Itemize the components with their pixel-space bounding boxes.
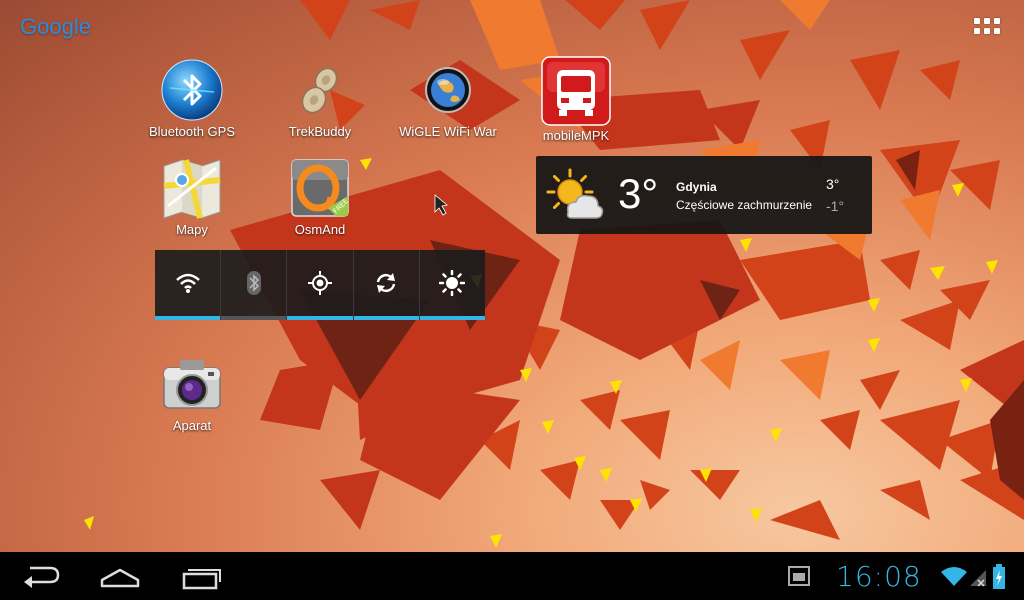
weather-high: 3° [826,176,840,192]
weather-widget[interactable]: 3° Gdynia Częściowe zachmurzenie 3° -1° [536,156,872,234]
partly-cloudy-icon [546,168,604,219]
app-mapy[interactable]: Mapy [137,156,247,237]
toggle-indicator-on [353,316,419,320]
home-icon[interactable] [90,560,150,592]
app-wigle-wifi[interactable]: WiGLE WiFi War [393,58,503,139]
toggle-brightness[interactable] [419,250,486,320]
app-aparat[interactable]: Aparat [137,352,247,433]
osmand-icon: FREE [288,156,352,220]
app-mobilempk[interactable]: mobileMPK [521,56,631,143]
toggle-gps[interactable] [287,250,354,320]
wigle-globe-icon [416,58,480,122]
app-label: TrekBuddy [288,124,352,139]
app-label: Aparat [172,418,212,433]
weather-condition: Częściowe zachmurzenie [676,198,813,212]
toggle-wifi[interactable] [155,250,222,320]
app-label: OsmAnd [294,222,346,237]
maps-icon [160,156,224,220]
brightness-icon [439,270,466,296]
app-bluetooth-gps[interactable]: Bluetooth GPS [137,58,247,139]
bus-icon [541,56,611,126]
google-logo-label: Google [20,14,91,39]
app-label: Bluetooth GPS [149,124,235,139]
wifi-icon [175,273,200,293]
app-osmand[interactable]: FREE OsmAnd [265,156,375,237]
toggle-indicator-on [155,316,221,320]
weather-temperature: 3° [618,170,659,217]
google-search-bar[interactable]: Google [20,14,91,40]
toggle-indicator-off [221,316,287,320]
power-control-widget [155,250,486,320]
battery-charging-icon[interactable] [992,564,1006,590]
toggle-indicator-on [419,316,486,320]
toggle-indicator-on [287,316,353,320]
back-icon[interactable] [12,560,72,592]
bluetooth-gps-icon [160,58,224,122]
screenshot-notification-icon[interactable] [788,566,810,586]
app-label: mobileMPK [542,128,610,143]
wifi-signal-icon[interactable] [940,566,968,588]
bluetooth-icon [246,271,261,295]
app-trekbuddy[interactable]: TrekBuddy [265,58,375,139]
recent-apps-icon[interactable] [170,560,230,592]
trekbuddy-icon [288,58,352,122]
status-clock[interactable]: 16:08 [836,560,922,593]
no-signal-icon[interactable] [968,568,988,588]
sync-icon [376,273,396,293]
camera-icon [160,352,224,416]
toggle-sync[interactable] [353,250,420,320]
apps-grid-icon[interactable] [974,18,1002,38]
gps-icon [308,271,332,295]
weather-low: -1° [826,198,845,214]
toggle-bluetooth[interactable] [221,250,288,320]
app-label: Mapy [176,222,208,237]
app-label: WiGLE WiFi War [399,124,497,139]
weather-city: Gdynia [676,180,717,194]
